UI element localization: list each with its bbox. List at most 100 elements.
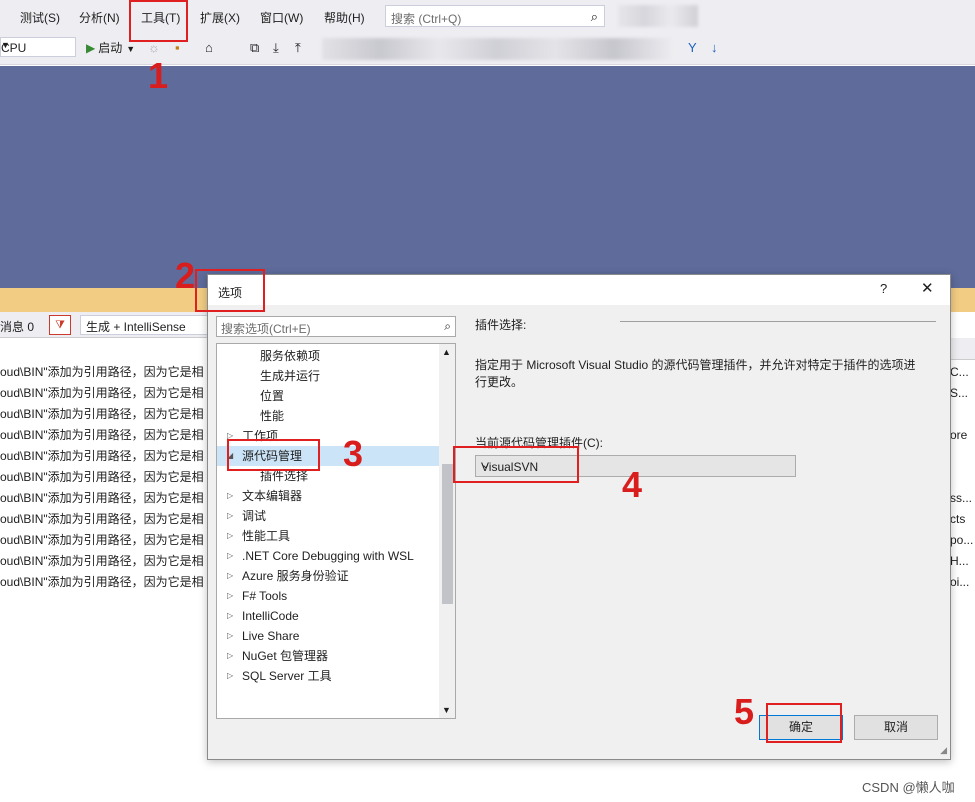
error-row[interactable]: oud\BIN"添加为引用路径，因为它是相 [0, 383, 210, 404]
expand-arrow-icon[interactable]: ▷ [227, 646, 233, 666]
annotation-box-tools-menu [129, 0, 188, 42]
global-search-placeholder: 搜索 (Ctrl+Q) [391, 12, 462, 26]
section-title: 插件选择: [475, 318, 527, 332]
chevron-down-icon: ▼ [126, 44, 136, 54]
annotation-number-5: 5 [734, 691, 755, 732]
build-filter-dropdown[interactable]: 生成 + IntelliSense [80, 315, 210, 335]
error-row[interactable]: oud\BIN"添加为引用路径，因为它是相 [0, 572, 210, 593]
tree-scrollbar[interactable]: ▲ ▼ [439, 344, 455, 718]
error-row[interactable]: oud\BIN"添加为引用路径，因为它是相 [0, 404, 210, 425]
error-row[interactable]: oud\BIN"添加为引用路径，因为它是相 [0, 530, 210, 551]
error-row[interactable]: oud\BIN"添加为引用路径，因为它是相 [0, 509, 210, 530]
close-icon[interactable]: ✕ [921, 279, 934, 297]
annotation-number-3: 3 [343, 433, 364, 474]
error-row-fragment: cts [950, 512, 966, 526]
error-row[interactable]: oud\BIN"添加为引用路径，因为它是相 [0, 425, 210, 446]
pull-icon[interactable]: ↓ [711, 40, 718, 55]
merge-icon[interactable]: Y [688, 40, 697, 55]
annotation-box-source-control [227, 439, 320, 471]
error-row-fragment: S... [950, 386, 969, 400]
expand-arrow-icon[interactable]: ▷ [227, 626, 233, 646]
global-search-input[interactable]: 搜索 (Ctrl+Q) ⌕ [385, 5, 605, 27]
messages-count[interactable]: 消息 0 [0, 318, 34, 335]
menu-analyze[interactable]: 分析(N) [79, 9, 120, 26]
tree-item[interactable]: 服务依赖项 [217, 346, 439, 366]
play-icon: ▶ [86, 41, 96, 55]
expand-arrow-icon[interactable]: ▷ [227, 666, 233, 686]
search-icon: ⌕ [590, 9, 598, 24]
home-icon[interactable]: ⌂ [205, 40, 213, 55]
menu-extensions[interactable]: 扩展(X) [200, 9, 240, 26]
search-icon: ⌕ [444, 319, 451, 333]
section-description: 指定用于 Microsoft Visual Studio 的源代码管理插件，并允… [475, 358, 916, 389]
expand-arrow-icon[interactable]: ▷ [227, 586, 233, 606]
chevron-down-icon[interactable]: ▼ [442, 705, 451, 715]
error-row-fragment: ore [950, 428, 968, 442]
filter-icon[interactable]: ⧩ [49, 315, 71, 335]
expand-arrow-icon[interactable]: ▷ [227, 566, 233, 586]
options-tree: 服务依赖项 生成并运行 位置 性能 ▷ 工作项 ◢ 源代码管理 插件选择 ▷ 文本编辑… [216, 343, 456, 719]
annotation-number-4: 4 [622, 464, 643, 505]
tree-item[interactable]: ▷ 性能工具 [217, 526, 439, 546]
dialog-body: 搜索选项(Ctrl+E) ⌕ 服务依赖项 生成并运行 位置 性能 ▷ 工作项 ◢ 源… [208, 305, 950, 759]
watermark: CSDN @懒人咖 [862, 780, 955, 795]
expand-arrow-icon[interactable]: ▷ [227, 606, 233, 626]
upload-icon[interactable]: ⤒ [295, 40, 301, 56]
menu-window[interactable]: 窗口(W) [260, 9, 303, 26]
resize-grip-icon[interactable]: ◢ [940, 745, 947, 756]
error-row-fragment: C... [950, 365, 969, 379]
blurred-toolbar-area [322, 38, 672, 60]
menu-help[interactable]: 帮助(H) [324, 9, 365, 26]
expand-arrow-icon[interactable]: ▷ [227, 546, 233, 566]
expand-arrow-icon[interactable]: ▷ [227, 526, 233, 546]
tree-item[interactable]: 位置 [217, 386, 439, 406]
tree-item[interactable]: ▷ 调试 [217, 506, 439, 526]
start-button[interactable]: ▶ 启动 ▼ [86, 39, 135, 56]
options-search-input[interactable]: 搜索选项(Ctrl+E) ⌕ [216, 316, 456, 337]
fire-icon[interactable]: ☼ [148, 40, 160, 55]
tree-item[interactable]: ▷ SQL Server 工具 [217, 666, 439, 686]
tree-item[interactable]: ▷ NuGet 包管理器 [217, 646, 439, 666]
chevron-down-icon: ▼ [1, 40, 10, 50]
error-row[interactable]: oud\BIN"添加为引用路径，因为它是相 [0, 488, 210, 509]
annotation-number-1: 1 [148, 55, 169, 96]
tree-item[interactable]: ▷ Live Share [217, 626, 439, 646]
editor-area [0, 66, 975, 288]
options-search-placeholder: 搜索选项(Ctrl+E) [221, 322, 311, 336]
error-row[interactable]: oud\BIN"添加为引用路径，因为它是相 [0, 467, 210, 488]
start-label: 启动 [98, 41, 123, 55]
section-divider [620, 321, 936, 322]
annotation-box-ok [766, 703, 842, 743]
menu-test[interactable]: 测试(S) [20, 9, 60, 26]
cancel-button[interactable]: 取消 [854, 715, 938, 740]
error-list-toolbar: 消息 0 ⧩ 生成 + IntelliSense [0, 312, 210, 338]
error-row[interactable]: oud\BIN"添加为引用路径，因为它是相 [0, 446, 210, 467]
tree-item[interactable]: ▷ .NET Core Debugging with WSL [217, 546, 439, 566]
expand-arrow-icon[interactable]: ▷ [227, 506, 233, 526]
browse-icon[interactable]: ⧉ [250, 40, 259, 56]
help-button[interactable]: ? [880, 281, 887, 296]
annotation-box-options-title [195, 269, 265, 312]
tree-item[interactable]: ▷ Azure 服务身份验证 [217, 566, 439, 586]
column-header [950, 338, 975, 360]
annotation-box-plugin [453, 446, 579, 483]
error-row[interactable]: oud\BIN"添加为引用路径，因为它是相 [0, 551, 210, 572]
error-row-fragment: po... [950, 533, 974, 547]
error-row-fragment: H... [950, 554, 969, 568]
blurred-account-area [618, 5, 698, 27]
platform-dropdown[interactable]: CPU ▼ [0, 37, 76, 57]
scrollbar-thumb[interactable] [442, 464, 453, 604]
folder-icon[interactable]: ▪ [175, 40, 180, 55]
download-icon[interactable]: ⤓ [273, 40, 279, 56]
expand-arrow-icon[interactable]: ▷ [227, 486, 233, 506]
annotation-number-2: 2 [175, 255, 196, 296]
error-row-fragment: oi... [950, 575, 970, 589]
tree-item[interactable]: ▷ IntelliCode [217, 606, 439, 626]
options-dialog: 选项 ? ✕ 搜索选项(Ctrl+E) ⌕ 服务依赖项 生成并运行 位置 性能 … [207, 274, 951, 760]
tree-item[interactable]: 生成并运行 [217, 366, 439, 386]
tree-item[interactable]: ▷ F# Tools [217, 586, 439, 606]
error-row[interactable]: oud\BIN"添加为引用路径，因为它是相 [0, 362, 210, 383]
tree-item[interactable]: 性能 [217, 406, 439, 426]
chevron-up-icon[interactable]: ▲ [442, 347, 451, 357]
tree-item[interactable]: ▷ 文本编辑器 [217, 486, 439, 506]
